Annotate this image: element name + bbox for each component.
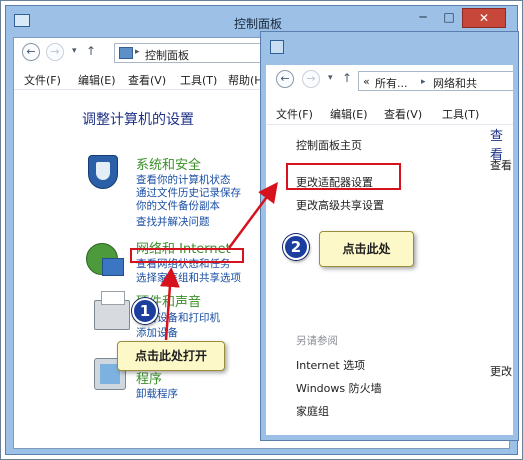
arrow-callout-to-link (159, 267, 180, 341)
arrow-link-to-adapter (227, 181, 278, 249)
step1-number-badge: 1 (132, 298, 158, 324)
step1-callout: 点击此处打开 (117, 341, 225, 371)
step2-callout: 点击此处 (319, 231, 414, 267)
annotation-arrows (159, 181, 278, 341)
step2-number-badge: 2 (283, 234, 309, 260)
